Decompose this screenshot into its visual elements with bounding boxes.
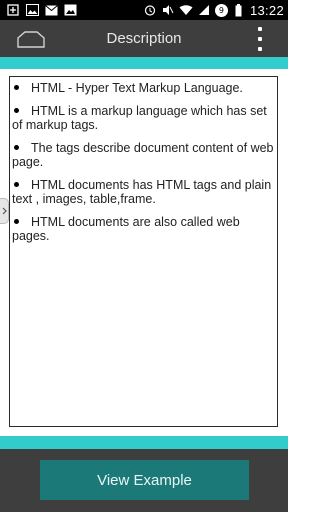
photo-icon bbox=[63, 3, 77, 17]
menu-dot-icon bbox=[258, 27, 262, 31]
action-bar: Description bbox=[0, 20, 288, 57]
wifi-icon bbox=[179, 3, 193, 17]
bullet-icon bbox=[14, 219, 19, 225]
side-drawer-handle[interactable] bbox=[0, 198, 9, 224]
bullet-icon bbox=[14, 145, 19, 151]
list-item-text: The tags describe document content of we… bbox=[12, 141, 274, 169]
overflow-menu-button[interactable] bbox=[256, 27, 264, 51]
bullet-icon bbox=[14, 182, 19, 188]
image-icon bbox=[25, 3, 39, 17]
chevron-right-icon bbox=[2, 207, 7, 215]
menu-dot-icon bbox=[258, 47, 262, 51]
list-item: HTML is a markup language which has set … bbox=[12, 104, 275, 132]
menu-dot-icon bbox=[258, 37, 262, 41]
accent-strip-bottom bbox=[0, 436, 288, 449]
status-badge: 9 bbox=[214, 3, 228, 17]
notification-icon bbox=[6, 3, 20, 17]
list-item-text: HTML documents has HTML tags and plain t… bbox=[12, 178, 272, 206]
system-icons: 9 13:22 bbox=[143, 2, 284, 18]
mute-icon bbox=[161, 3, 175, 17]
bullet-icon bbox=[14, 85, 19, 91]
mail-icon bbox=[44, 3, 58, 17]
clock-time: 13:22 bbox=[249, 2, 284, 18]
signal-icon bbox=[197, 3, 211, 17]
accent-strip-top bbox=[0, 57, 288, 69]
list-item: The tags describe document content of we… bbox=[12, 141, 275, 169]
list-item-text: HTML - Hyper Text Markup Language. bbox=[31, 81, 243, 95]
description-panel: HTML - Hyper Text Markup Language. HTML … bbox=[9, 76, 278, 427]
list-item: HTML documents has HTML tags and plain t… bbox=[12, 178, 275, 206]
view-example-button[interactable]: View Example bbox=[40, 460, 249, 500]
content-spacer bbox=[0, 69, 288, 76]
battery-icon bbox=[232, 3, 246, 17]
alarm-icon bbox=[143, 3, 157, 17]
status-bar: 9 13:22 bbox=[0, 0, 288, 20]
notification-icons bbox=[6, 3, 77, 17]
bottom-bar: View Example bbox=[0, 449, 288, 512]
home-button[interactable] bbox=[16, 29, 46, 49]
home-icon bbox=[17, 31, 45, 48]
list-item: HTML documents are also called web pages… bbox=[12, 215, 275, 243]
list-item: HTML - Hyper Text Markup Language. bbox=[12, 81, 275, 95]
list-item-text: HTML documents are also called web pages… bbox=[12, 215, 240, 243]
bullet-icon bbox=[14, 108, 19, 114]
list-item-text: HTML is a markup language which has set … bbox=[12, 104, 267, 132]
